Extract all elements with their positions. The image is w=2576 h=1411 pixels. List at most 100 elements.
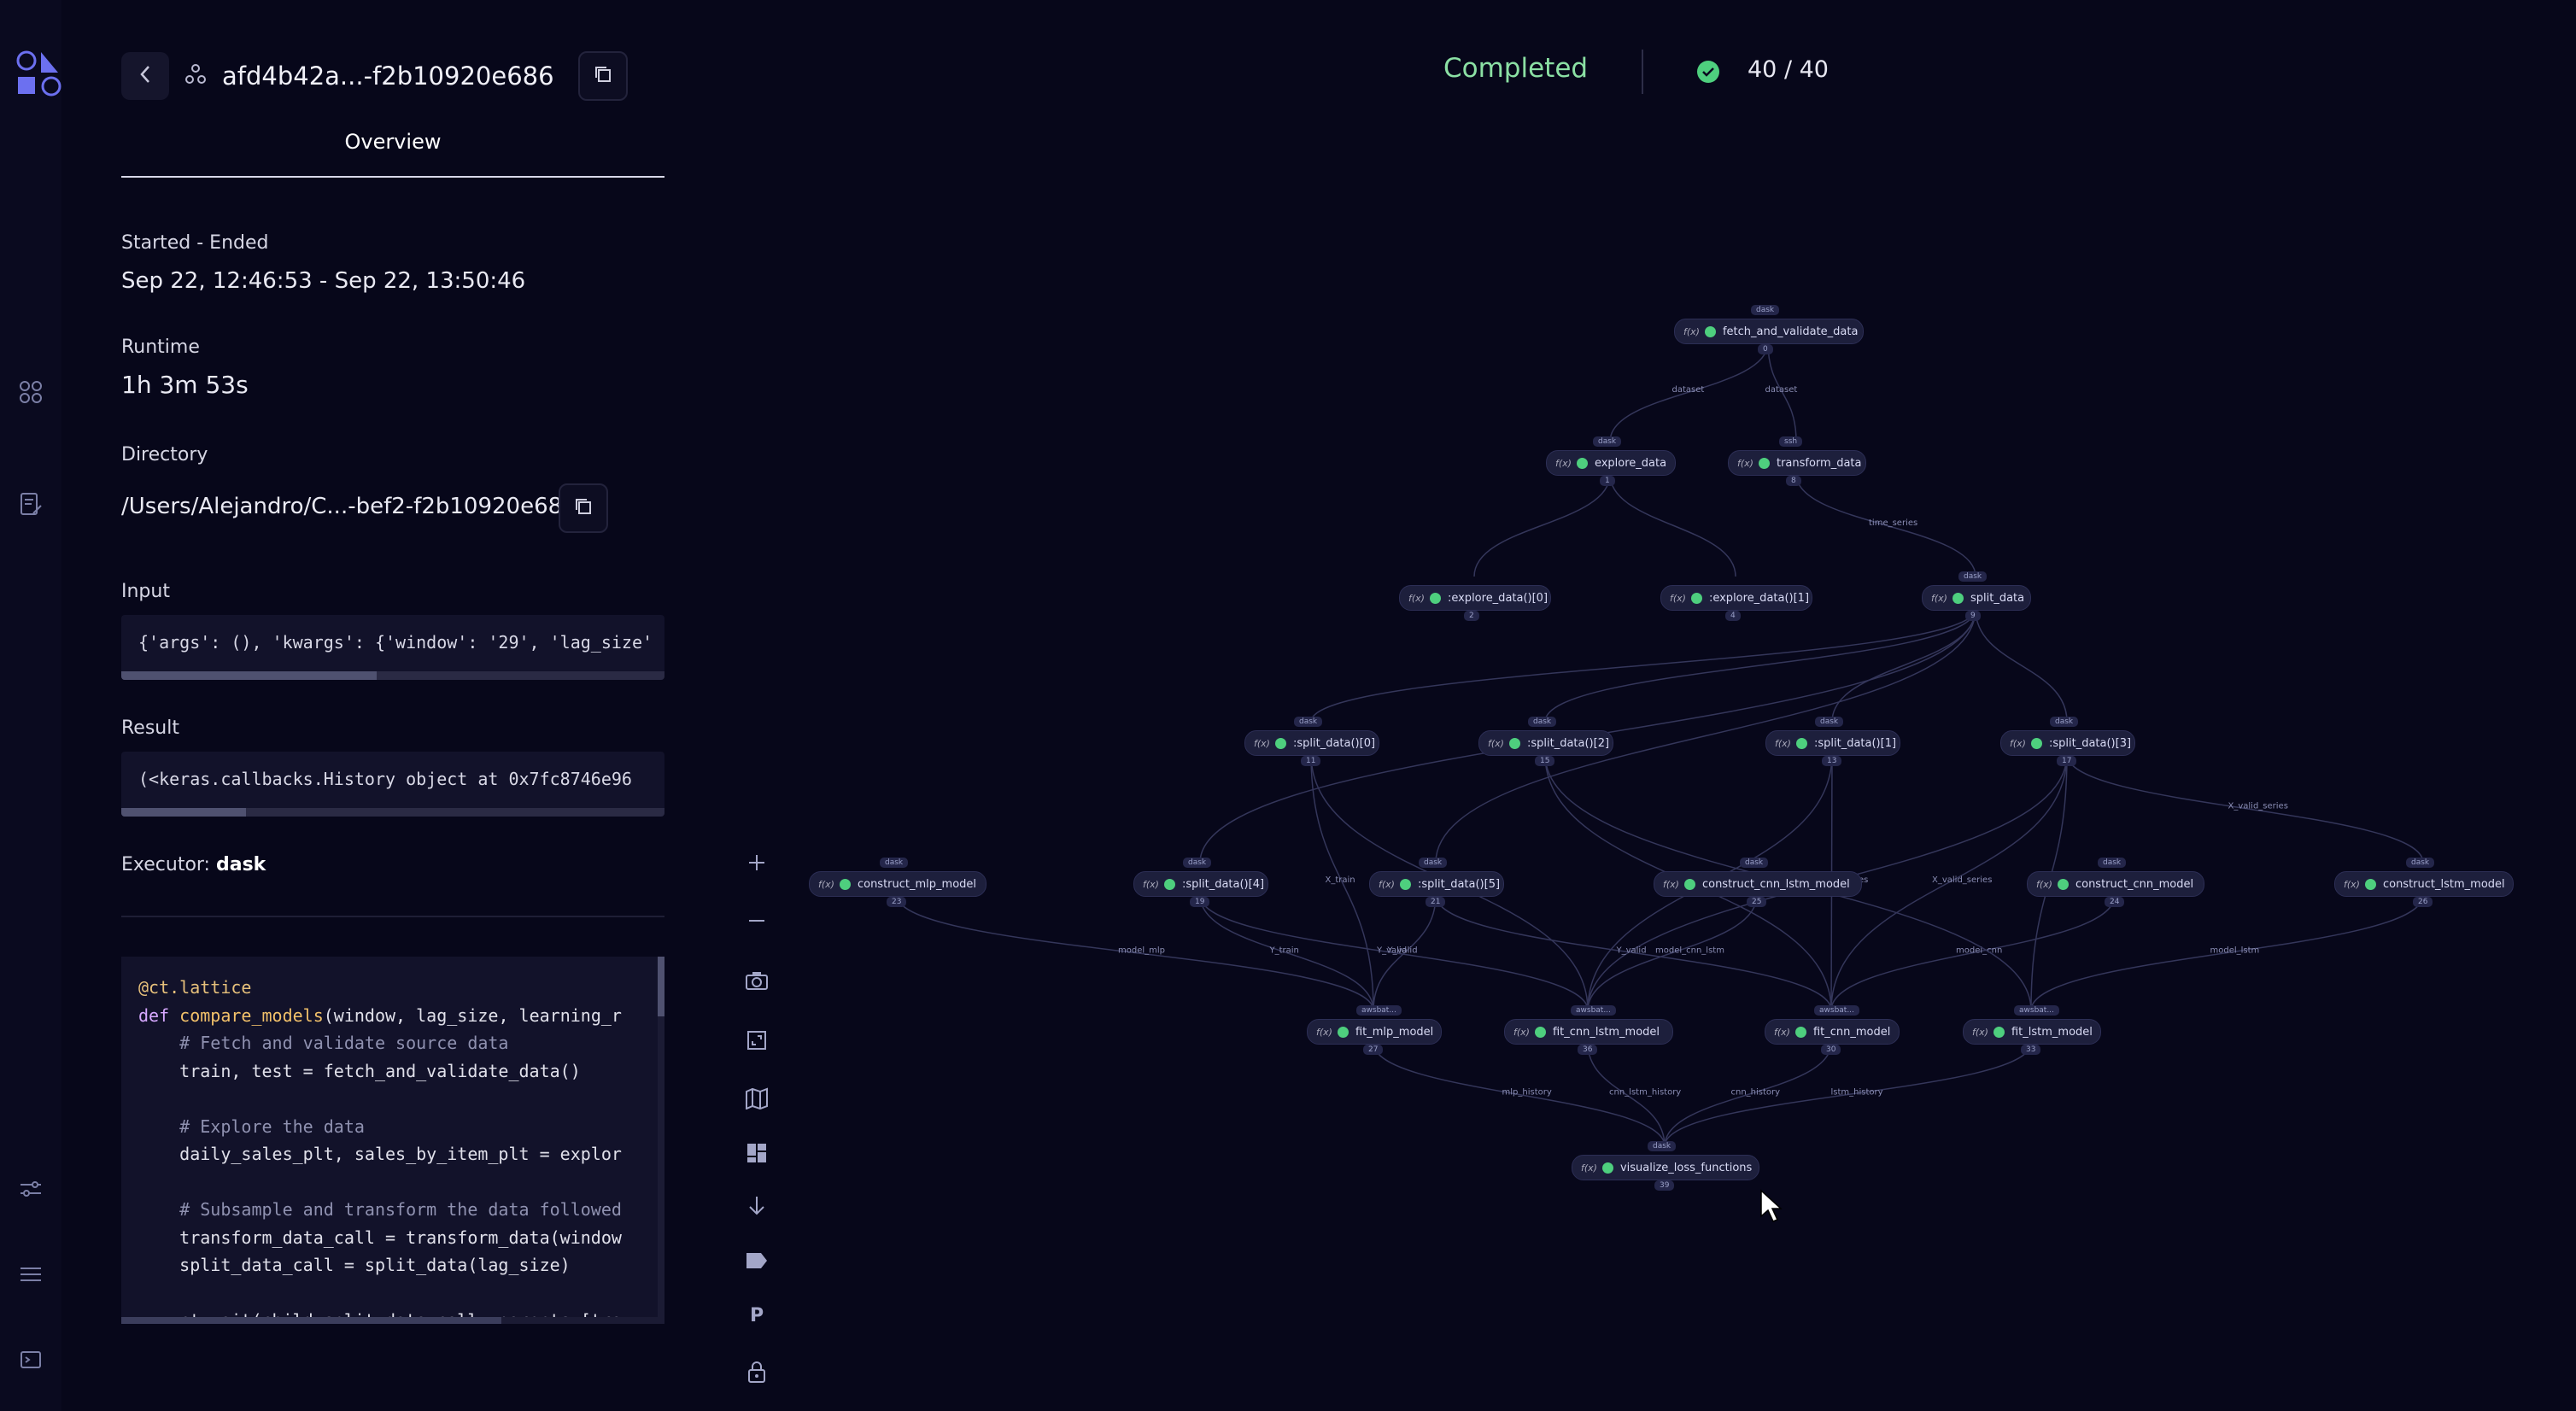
labels-toggle-button[interactable] <box>741 1245 772 1276</box>
result-box[interactable]: (<keras.callbacks.History object at 0x7f… <box>121 752 664 817</box>
status-check-icon <box>1576 457 1588 469</box>
graph-node[interactable]: f(x) construct_lstm_model <box>2334 871 2514 897</box>
edge-label: Y_train <box>1269 946 1299 956</box>
input-scrollbar[interactable] <box>121 671 664 680</box>
covalent-logo[interactable] <box>15 50 63 99</box>
source-horizontal-scrollbar[interactable] <box>121 1317 664 1324</box>
directory-label: Directory <box>121 444 208 465</box>
graph-node[interactable]: f(x):split_data()[3] <box>2000 730 2135 756</box>
graph-node[interactable]: f(x) transform_data <box>1728 450 1866 476</box>
fullscreen-icon <box>747 1031 766 1050</box>
fit-view-button[interactable] <box>741 1025 772 1056</box>
node-id-badge: 8 <box>1786 476 1801 486</box>
minimap-button[interactable] <box>741 1083 772 1114</box>
node-id-badge: 19 <box>1190 897 1210 907</box>
node-label: fit_cnn_lstm_model <box>1552 1025 1660 1039</box>
graph-node[interactable]: f(x) fit_mlp_model <box>1307 1019 1442 1045</box>
executor-value: dask <box>215 854 266 875</box>
graph-node[interactable]: f(x):split_data()[5] <box>1369 871 1504 897</box>
edge-label: X_train <box>1326 875 1355 885</box>
back-button[interactable] <box>121 52 169 100</box>
graph-node[interactable]: f(x) fit_cnn_lstm_model <box>1504 1019 1673 1045</box>
completed-count: 40 / 40 <box>1748 56 1829 83</box>
edge-label: Y_valid <box>1376 946 1407 956</box>
graph-node[interactable]: f(x):explore_data()[1] <box>1660 585 1812 611</box>
logs-icon[interactable] <box>15 489 46 519</box>
executor-tag: awsbat... <box>1571 1005 1616 1016</box>
preferences-icon[interactable] <box>15 1259 46 1290</box>
nav-rail <box>0 0 61 1411</box>
node-id-badge: 15 <box>1535 756 1555 766</box>
node-id-badge: 27 <box>1363 1045 1384 1055</box>
tab-overview[interactable]: Overview <box>121 130 664 178</box>
zoom-out-button[interactable] <box>741 905 772 936</box>
node-id-badge: 36 <box>1578 1045 1598 1055</box>
executor-tag: dask <box>1751 305 1780 315</box>
executor-row: Executor: dask <box>121 854 266 875</box>
graph-node[interactable]: f(x) explore_data <box>1546 450 1676 476</box>
copy-directory-button[interactable] <box>559 483 608 533</box>
executor-tag: dask <box>2050 717 2079 727</box>
graph-edge <box>1473 473 1611 577</box>
graph-node[interactable]: f(x) fetch_and_validate_data <box>1674 319 1864 344</box>
graph-node[interactable]: f(x):split_data()[1] <box>1765 730 1900 756</box>
params-toggle-button[interactable]: P <box>741 1300 772 1331</box>
graph-node[interactable]: f(x):split_data()[2] <box>1478 730 1613 756</box>
graph-node[interactable]: f(x) construct_mlp_model <box>809 871 986 897</box>
label-icon <box>746 1253 767 1268</box>
result-scrollbar[interactable] <box>121 808 664 817</box>
details-panel: afd4b42a...-f2b10920e686 Overview Starte… <box>121 0 664 1411</box>
edge-label: model_cnn_lstm <box>1655 946 1724 956</box>
node-label: construct_cnn_model <box>2075 877 2194 891</box>
node-id-badge: 23 <box>887 897 907 907</box>
graph-node[interactable]: f(x):split_data()[0] <box>1244 730 1379 756</box>
graph-node[interactable]: f(x) fit_lstm_model <box>1963 1019 2101 1045</box>
status-check-icon <box>839 878 851 890</box>
node-label: :split_data()[0] <box>1292 736 1376 750</box>
graph-node[interactable]: f(x) construct_cnn_lstm_model <box>1654 871 1862 897</box>
status-check-icon <box>1429 592 1441 604</box>
terminal-icon[interactable] <box>15 1344 46 1375</box>
graph-edge <box>1310 608 1976 723</box>
graph-node[interactable]: f(x):split_data()[4] <box>1133 871 1268 897</box>
minus-icon <box>749 920 764 922</box>
started-ended-value: Sep 22, 12:46:53 - Sep 22, 13:50:46 <box>121 268 526 294</box>
graph-node[interactable]: f(x) split_data <box>1922 585 2031 611</box>
node-id-badge: 13 <box>1822 756 1842 766</box>
direction-button[interactable] <box>741 1191 772 1221</box>
status-check-icon <box>2030 737 2042 749</box>
graph-node[interactable]: f(x) fit_cnn_model <box>1765 1019 1900 1045</box>
source-code: @ct.lattice def compare_models(window, l… <box>138 977 622 1324</box>
copy-dispatch-id-button[interactable] <box>577 51 628 101</box>
executor-tag: awsbat... <box>2014 1005 2059 1016</box>
graph-node[interactable]: f(x) construct_cnn_model <box>2027 871 2204 897</box>
executor-tag: dask <box>2098 858 2127 868</box>
status-divider <box>1642 50 1643 94</box>
layout-button[interactable] <box>741 1138 772 1168</box>
function-icon: f(x) <box>1670 592 1686 604</box>
source-code-block[interactable]: @ct.lattice def compare_models(window, l… <box>121 957 664 1324</box>
node-id-badge: 30 <box>1821 1045 1841 1055</box>
graph-node[interactable]: f(x):explore_data()[0] <box>1399 585 1551 611</box>
graph-node[interactable]: f(x) visualize_loss_functions <box>1572 1155 1759 1180</box>
lock-icon <box>748 1361 765 1383</box>
node-id-badge: 11 <box>1301 756 1321 766</box>
node-label: visualize_loss_functions <box>1619 1161 1753 1174</box>
status-check-icon <box>1794 1026 1806 1038</box>
screenshot-button[interactable] <box>741 965 772 996</box>
input-box[interactable]: {'args': (), 'kwargs': {'window': '29', … <box>121 615 664 680</box>
graph-edges: datasetdatasettime_seriesX_trainX_train_… <box>896 342 2424 1147</box>
check-circle-icon <box>1696 60 1720 87</box>
source-vertical-scrollbar[interactable] <box>658 957 664 1324</box>
edge-label: model_mlp <box>1118 946 1165 956</box>
settings-sliders-icon[interactable] <box>15 1174 46 1204</box>
dispatches-icon[interactable] <box>15 377 46 407</box>
lock-button[interactable] <box>741 1356 772 1387</box>
function-icon: f(x) <box>2036 878 2052 890</box>
transport-graph[interactable]: datasetdatasettime_seriesX_trainX_train_… <box>769 273 2562 1213</box>
function-icon: f(x) <box>1931 592 1947 604</box>
status-check-icon <box>1795 737 1807 749</box>
zoom-in-button[interactable] <box>741 847 772 878</box>
node-label: fetch_and_validate_data <box>1722 325 1859 338</box>
input-value: {'args': (), 'kwargs': {'window': '29', … <box>138 632 653 653</box>
